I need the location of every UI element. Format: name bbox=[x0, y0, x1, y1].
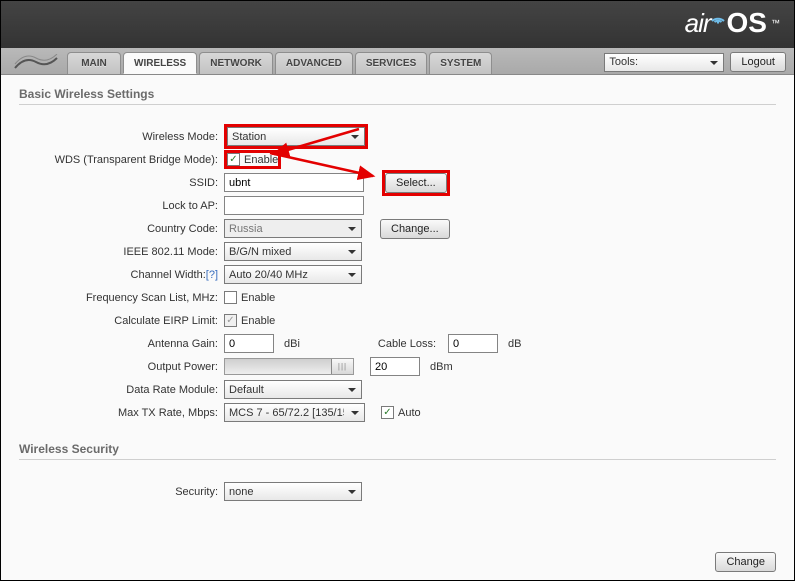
basic-section-title: Basic Wireless Settings bbox=[19, 87, 776, 105]
tab-advanced-label: ADVANCED bbox=[286, 58, 342, 69]
channel-width-value: Auto 20/40 MHz bbox=[229, 269, 308, 281]
cable-loss-input[interactable] bbox=[448, 334, 498, 353]
lock-ap-label: Lock to AP: bbox=[19, 200, 224, 212]
tools-select[interactable]: Tools: bbox=[604, 53, 724, 72]
security-select[interactable]: none bbox=[224, 482, 362, 501]
wifi-icon bbox=[711, 10, 725, 24]
max-tx-auto-label: Auto bbox=[398, 407, 421, 419]
ssid-label: SSID: bbox=[19, 177, 224, 189]
tab-network[interactable]: NETWORK bbox=[199, 52, 273, 74]
country-select[interactable]: Russia bbox=[224, 219, 362, 238]
tools-select-label: Tools: bbox=[609, 56, 638, 68]
wds-label: WDS (Transparent Bridge Mode): bbox=[19, 154, 224, 166]
max-tx-label: Max TX Rate, Mbps: bbox=[19, 407, 224, 419]
antenna-gain-input[interactable] bbox=[224, 334, 274, 353]
freq-scan-label: Frequency Scan List, MHz: bbox=[19, 292, 224, 304]
ubnt-tab-logo[interactable] bbox=[9, 52, 63, 74]
airos-logo: air OS ™ bbox=[685, 7, 780, 39]
content: Basic Wireless Settings Wireless Mode: S… bbox=[1, 75, 794, 580]
logout-button-label: Logout bbox=[741, 56, 775, 68]
select-ssid-highlight: Select... bbox=[382, 170, 450, 196]
header: air OS ™ bbox=[1, 1, 794, 48]
submit-change-button[interactable]: Change bbox=[715, 552, 776, 572]
output-power-slider[interactable] bbox=[224, 358, 354, 375]
tab-system[interactable]: SYSTEM bbox=[429, 52, 492, 74]
antenna-gain-unit: dBi bbox=[278, 338, 300, 350]
data-rate-module-select[interactable]: Default bbox=[224, 380, 362, 399]
antenna-gain-label: Antenna Gain: bbox=[19, 338, 224, 350]
freq-scan-enable-label: Enable bbox=[241, 292, 275, 304]
freq-scan-checkbox[interactable] bbox=[224, 291, 237, 304]
wds-enable-label: Enable bbox=[244, 154, 278, 166]
tab-network-label: NETWORK bbox=[210, 58, 262, 69]
logo-tm: ™ bbox=[771, 18, 780, 28]
max-tx-select[interactable]: MCS 7 - 65/72.2 [135/150] bbox=[224, 403, 365, 422]
max-tx-auto-checkbox[interactable]: ✓ bbox=[381, 406, 394, 419]
tab-wireless-label: WIRELESS bbox=[134, 58, 186, 69]
tab-wireless[interactable]: WIRELESS bbox=[123, 52, 197, 74]
security-section-title: Wireless Security bbox=[19, 442, 776, 460]
wds-checkbox[interactable]: ✓ bbox=[227, 153, 240, 166]
change-country-button-label: Change... bbox=[391, 223, 439, 235]
cable-loss-label: Cable Loss: bbox=[378, 338, 436, 350]
wds-highlight: ✓ Enable bbox=[224, 150, 281, 170]
wireless-mode-label: Wireless Mode: bbox=[19, 131, 224, 143]
data-rate-module-value: Default bbox=[229, 384, 264, 396]
output-power-input[interactable] bbox=[370, 357, 420, 376]
change-country-button[interactable]: Change... bbox=[380, 219, 450, 239]
security-value: none bbox=[229, 486, 253, 498]
output-power-label: Output Power: bbox=[19, 361, 224, 373]
select-ssid-button[interactable]: Select... bbox=[385, 173, 447, 193]
output-power-slider-thumb[interactable] bbox=[331, 359, 353, 374]
tab-system-label: SYSTEM bbox=[440, 58, 481, 69]
logo-air: air bbox=[685, 8, 711, 39]
security-label: Security: bbox=[19, 486, 224, 498]
output-power-unit: dBm bbox=[424, 361, 453, 373]
tab-services-label: SERVICES bbox=[366, 58, 416, 69]
eirp-enable-label: Enable bbox=[241, 315, 275, 327]
cable-loss-unit: dB bbox=[502, 338, 521, 350]
wireless-mode-value: Station bbox=[232, 131, 266, 143]
ieee-select[interactable]: B/G/N mixed bbox=[224, 242, 362, 261]
max-tx-value: MCS 7 - 65/72.2 [135/150] bbox=[229, 407, 344, 419]
logout-button[interactable]: Logout bbox=[730, 52, 786, 72]
ieee-label: IEEE 802.11 Mode: bbox=[19, 246, 224, 258]
tab-bar: MAIN WIRELESS NETWORK ADVANCED SERVICES … bbox=[1, 48, 794, 75]
lock-ap-input[interactable] bbox=[224, 196, 364, 215]
logo-os: OS bbox=[727, 7, 767, 39]
channel-width-help[interactable]: [?] bbox=[206, 269, 218, 281]
wireless-mode-highlight: Station bbox=[224, 124, 368, 149]
data-rate-module-label: Data Rate Module: bbox=[19, 384, 224, 396]
channel-width-label: Channel Width:[?] bbox=[19, 269, 224, 281]
eirp-label: Calculate EIRP Limit: bbox=[19, 315, 224, 327]
country-value: Russia bbox=[229, 223, 263, 235]
tab-main-label: MAIN bbox=[81, 58, 107, 69]
ieee-value: B/G/N mixed bbox=[229, 246, 291, 258]
tab-main[interactable]: MAIN bbox=[67, 52, 121, 74]
submit-change-button-label: Change bbox=[726, 556, 765, 568]
channel-width-select[interactable]: Auto 20/40 MHz bbox=[224, 265, 362, 284]
channel-width-text: Channel Width: bbox=[131, 269, 206, 281]
tabs: MAIN WIRELESS NETWORK ADVANCED SERVICES … bbox=[67, 52, 492, 74]
select-ssid-button-label: Select... bbox=[396, 177, 436, 189]
ssid-input[interactable] bbox=[224, 173, 364, 192]
wireless-mode-select[interactable]: Station bbox=[227, 127, 365, 146]
country-label: Country Code: bbox=[19, 223, 224, 235]
tab-services[interactable]: SERVICES bbox=[355, 52, 427, 74]
eirp-checkbox[interactable]: ✓ bbox=[224, 314, 237, 327]
tab-advanced[interactable]: ADVANCED bbox=[275, 52, 353, 74]
